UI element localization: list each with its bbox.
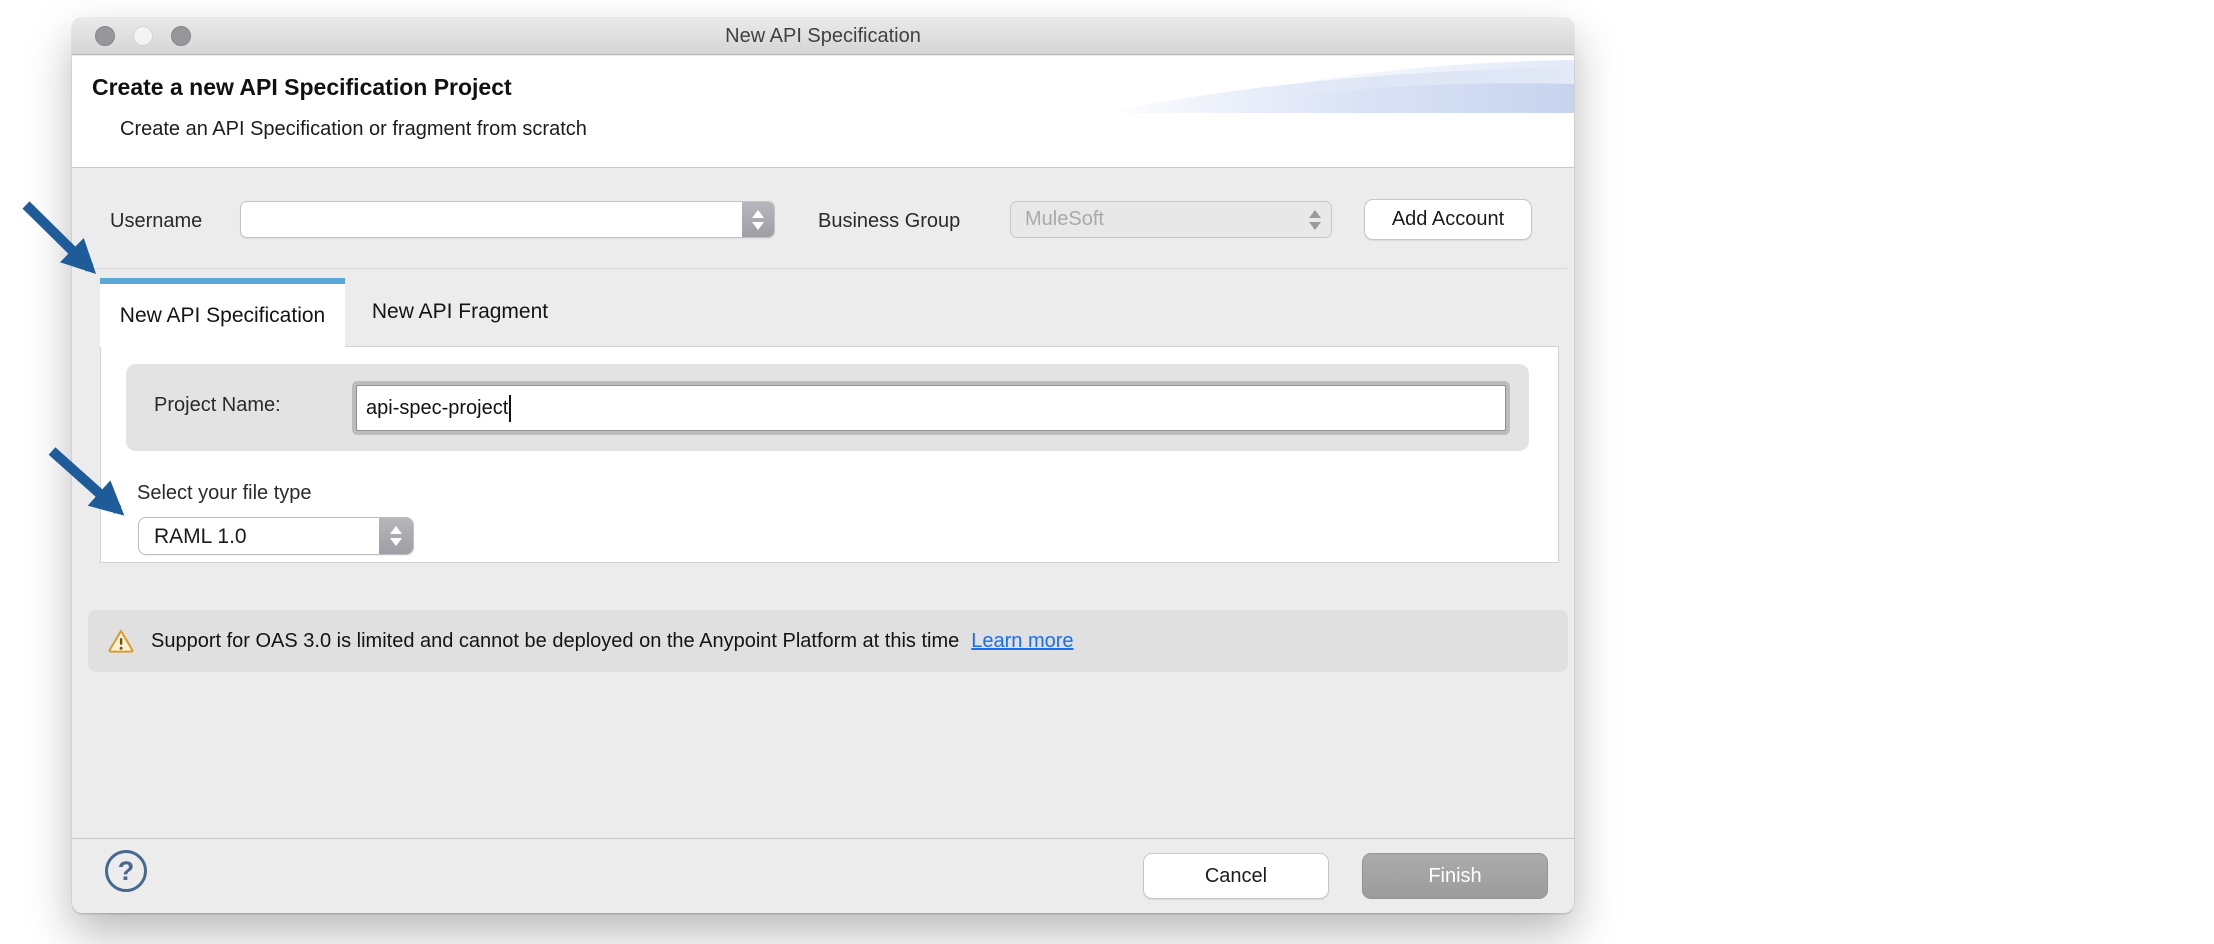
business-group-select: MuleSoft <box>1010 201 1332 238</box>
learn-more-link[interactable]: Learn more <box>971 630 1073 653</box>
tab-new-api-fragment[interactable]: New API Fragment <box>345 278 575 346</box>
chevron-up-icon <box>752 210 764 218</box>
dialog-title: New API Specification <box>72 18 1574 55</box>
business-group-label: Business Group <box>818 210 960 233</box>
dialog-footer: ? Cancel Finish <box>72 838 1574 913</box>
dialog-titlebar[interactable]: New API Specification <box>72 18 1574 55</box>
username-combobox[interactable] <box>240 201 775 238</box>
wizard-subtitle: Create an API Specification or fragment … <box>120 118 587 141</box>
chevron-up-icon <box>1309 210 1321 218</box>
select-stepper-icon <box>1309 202 1321 237</box>
text-caret <box>509 395 511 422</box>
chevron-down-icon <box>390 538 402 546</box>
screenshot-canvas: New API Specification <box>0 0 2214 944</box>
tab-label: New API Specification <box>120 304 325 328</box>
chevron-down-icon <box>752 222 764 230</box>
tab-new-api-specification[interactable]: New API Specification <box>100 278 345 347</box>
warning-text: Support for OAS 3.0 is limited and canno… <box>151 630 959 653</box>
select-stepper-icon[interactable] <box>379 518 413 554</box>
project-name-input[interactable]: api-spec-project <box>356 385 1506 431</box>
new-api-specification-dialog: New API Specification <box>72 18 1574 913</box>
add-account-button[interactable]: Add Account <box>1364 199 1532 240</box>
file-type-select[interactable]: RAML 1.0 <box>138 517 414 555</box>
username-label: Username <box>110 210 202 233</box>
chevron-up-icon <box>390 526 402 534</box>
oas-warning-banner: Support for OAS 3.0 is limited and canno… <box>88 610 1568 672</box>
finish-button[interactable]: Finish <box>1362 853 1548 899</box>
wizard-banner: Create a new API Specification Project C… <box>72 56 1574 168</box>
cancel-button[interactable]: Cancel <box>1143 853 1329 899</box>
combo-stepper-icon[interactable] <box>742 202 774 237</box>
file-type-label: Select your file type <box>137 482 312 505</box>
banner-swoosh-decoration <box>1104 58 1574 114</box>
tab-content-panel: Project Name: api-spec-project Select yo… <box>100 346 1559 563</box>
help-button[interactable]: ? <box>105 850 147 892</box>
section-divider <box>80 268 1567 269</box>
file-type-value: RAML 1.0 <box>154 518 247 555</box>
question-mark-icon: ? <box>118 856 135 887</box>
wizard-title: Create a new API Specification Project <box>92 74 512 101</box>
chevron-down-icon <box>1309 222 1321 230</box>
tab-label: New API Fragment <box>372 300 548 324</box>
project-name-value: api-spec-project <box>366 397 508 420</box>
business-group-value: MuleSoft <box>1025 202 1104 237</box>
project-name-panel: Project Name: api-spec-project <box>126 364 1529 451</box>
project-name-label: Project Name: <box>154 394 281 417</box>
warning-icon <box>108 629 134 653</box>
